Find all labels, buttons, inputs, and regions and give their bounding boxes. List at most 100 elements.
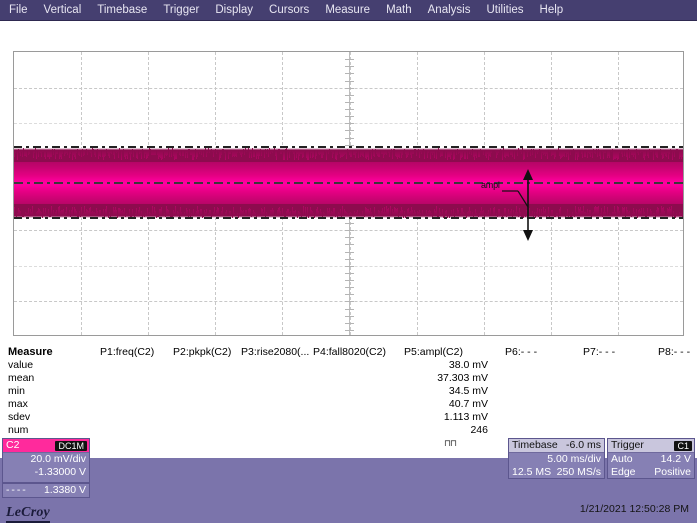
- axis-tick: [344, 329, 354, 331]
- measure-column-header-p1[interactable]: P1:freq(C2): [100, 346, 154, 359]
- measure-header-row: Measure P1:freq(C2) P2:pkpk(C2) P3:rise2…: [0, 346, 697, 359]
- cursor-dash-indicator: - - - -: [6, 484, 26, 496]
- channel-volts-row: 20.0 mV/div: [3, 453, 89, 466]
- channel-descriptor-c2[interactable]: C2 DC1M 20.0 mV/div -1.33000 V: [2, 438, 90, 483]
- channel-descriptor-header: C2 DC1M: [3, 439, 89, 453]
- display-area: ampl C2 ↓ Measure P1:freq(C2) P2:pkpk(C2…: [0, 21, 697, 458]
- axis-tick: [344, 237, 354, 239]
- measure-column-header-p8[interactable]: P8:- - -: [658, 346, 690, 359]
- menu-item-help[interactable]: Help: [532, 0, 572, 20]
- axis-tick: [344, 223, 354, 224]
- lecroy-logo: LeCroy: [6, 505, 50, 523]
- trigger-slope: Positive: [654, 466, 691, 478]
- axis-tick: [344, 244, 354, 246]
- timebase-acq-row: 12.5 MS 250 MS/s: [509, 466, 604, 479]
- measure-column-header-p4[interactable]: P4:fall8020(C2): [313, 346, 386, 359]
- axis-tick: [344, 59, 354, 61]
- measure-cell-p5-mean: 37.303 mV: [437, 372, 488, 384]
- timebase-title: Timebase: [512, 439, 558, 451]
- axis-tick: [344, 230, 354, 232]
- waveform-noise-top: [14, 148, 683, 162]
- axis-tick: [344, 101, 354, 103]
- trigger-title: Trigger: [611, 439, 644, 451]
- measure-cell-p5-max: 40.7 mV: [448, 398, 488, 410]
- measure-column-header-p2[interactable]: P2:pkpk(C2): [173, 346, 231, 359]
- axis-tick: [344, 80, 354, 82]
- timebase-descriptor[interactable]: Timebase -6.0 ms 5.00 ms/div 12.5 MS 250…: [508, 438, 605, 479]
- measure-row-num: num 246: [0, 424, 697, 437]
- axis-tick: [344, 294, 354, 296]
- menu-item-file[interactable]: File: [0, 0, 36, 20]
- axis-tick: [344, 287, 354, 289]
- axis-tick: [344, 94, 354, 96]
- measure-cell-p5-value: 38.0 mV: [448, 359, 488, 371]
- menu-item-math[interactable]: Math: [378, 0, 420, 20]
- timebase-memory: 12.5 MS: [512, 466, 552, 478]
- axis-tick: [344, 123, 354, 125]
- measure-row-sdev: sdev 1.113 mV: [0, 411, 697, 424]
- timebase-time-per-div: 5.00 ms/div: [547, 453, 601, 465]
- measure-row-label-num: num: [8, 424, 29, 436]
- measure-column-header-p6[interactable]: P6:- - -: [505, 346, 537, 359]
- trigger-type: Edge: [611, 466, 636, 478]
- trigger-mode-row: Auto 14.2 V: [608, 453, 694, 466]
- axis-tick: [344, 73, 354, 75]
- menu-item-vertical[interactable]: Vertical: [36, 0, 90, 20]
- trigger-descriptor[interactable]: Trigger C1 Auto 14.2 V Edge Positive: [607, 438, 695, 479]
- axis-tick: [344, 251, 354, 253]
- menu-item-utilities[interactable]: Utilities: [478, 0, 531, 20]
- measure-row-label-sdev: sdev: [8, 411, 31, 423]
- channel-cursor-readout[interactable]: - - - - 1.3380 V: [2, 483, 90, 498]
- menu-item-display[interactable]: Display: [207, 0, 261, 20]
- axis-tick: [344, 265, 354, 267]
- waveform-noise-bottom: [14, 204, 683, 218]
- axis-tick: [344, 137, 354, 139]
- graticule-grid: [13, 51, 684, 336]
- axis-tick: [344, 116, 354, 118]
- timebase-delay: -6.0 ms: [565, 439, 601, 451]
- menu-bar: File Vertical Timebase Trigger Display C…: [0, 0, 697, 21]
- trigger-header: Trigger C1: [608, 439, 694, 453]
- cursor-line-top[interactable]: [14, 146, 683, 148]
- menu-item-analysis[interactable]: Analysis: [420, 0, 479, 20]
- measure-row-max: max 40.7 mV: [0, 398, 697, 411]
- menu-item-trigger[interactable]: Trigger: [155, 0, 207, 20]
- channel-offset: -1.33000 V: [34, 466, 86, 478]
- waveform-graticule[interactable]: ampl C2 ↓: [13, 51, 684, 373]
- measure-column-header-p7[interactable]: P7:- - -: [583, 346, 615, 359]
- axis-tick: [344, 272, 354, 274]
- axis-tick: [344, 315, 354, 317]
- channel-offset-row: -1.33000 V: [3, 466, 89, 479]
- axis-tick: [344, 66, 354, 68]
- measure-row-label-min: min: [8, 385, 25, 397]
- axis-tick: [344, 322, 354, 324]
- measure-row-label-value: value: [8, 359, 34, 371]
- axis-tick: [344, 87, 354, 89]
- cursor-readout-value: 1.3380 V: [43, 484, 86, 496]
- measure-row-mean: mean 37.303 mV: [0, 372, 697, 385]
- measure-row-value: value 38.0 mV: [0, 359, 697, 372]
- timestamp: 1/21/2021 12:50:28 PM: [579, 503, 689, 515]
- axis-tick: [344, 308, 354, 310]
- timebase-scale-row: 5.00 ms/div: [509, 453, 604, 466]
- menu-item-timebase[interactable]: Timebase: [89, 0, 155, 20]
- axis-tick: [344, 109, 354, 110]
- menu-item-cursors[interactable]: Cursors: [261, 0, 317, 20]
- menu-item-measure[interactable]: Measure: [317, 0, 378, 20]
- measure-row-label-mean: mean: [8, 372, 35, 384]
- measure-column-header-p3[interactable]: P3:rise2080(...: [241, 346, 309, 359]
- measure-cell-p5-num: 246: [470, 424, 488, 436]
- timebase-header: Timebase -6.0 ms: [509, 439, 604, 453]
- measure-row-label-max: max: [8, 398, 28, 410]
- axis-tick: [344, 301, 354, 303]
- trigger-source-badge[interactable]: C1: [674, 440, 692, 451]
- trigger-type-row: Edge Positive: [608, 466, 694, 479]
- axis-tick: [344, 130, 354, 132]
- measure-column-header-p5[interactable]: P5:ampl(C2): [404, 346, 463, 359]
- channel-coupling-badge[interactable]: DC1M: [55, 440, 87, 451]
- measure-title: Measure: [8, 346, 53, 358]
- measure-cell-p5-min: 34.5 mV: [448, 385, 488, 397]
- cursor-line-mid[interactable]: [14, 182, 683, 184]
- cursor-line-bottom[interactable]: [14, 217, 683, 219]
- measure-row-min: min 34.5 mV: [0, 385, 697, 398]
